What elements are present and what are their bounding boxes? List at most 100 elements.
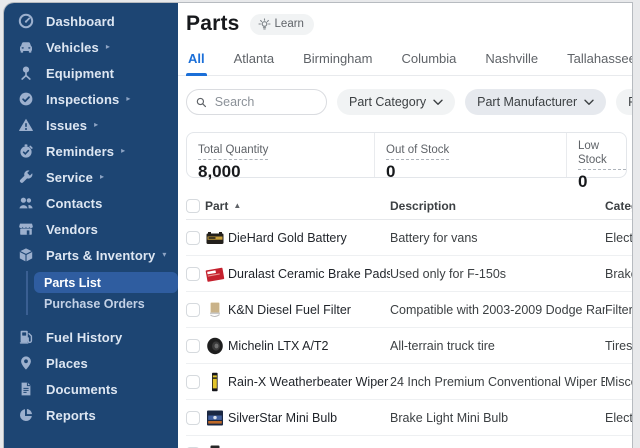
sidebar-item-equipment[interactable]: Equipment [4, 60, 178, 86]
stat-out-of-stock: Out of Stock 0 [374, 133, 566, 181]
tab-all[interactable]: All [186, 47, 207, 76]
table-header-row: Part ▲ DescriptionCategory [186, 193, 632, 220]
part-description-cell: Brake Light Mini Bulb [390, 410, 509, 425]
part-thumbnail [205, 228, 225, 248]
row-checkbox[interactable] [186, 338, 200, 353]
sidebar-item-fuel-history[interactable]: Fuel History [4, 324, 178, 350]
sidebar-item-reminders[interactable]: Reminders ▸ [4, 138, 178, 164]
reminders-icon [18, 143, 34, 159]
app-window: Dashboard Vehicles ▸ Equipment Inspections ▸ I… [4, 3, 632, 448]
search-icon [196, 97, 207, 107]
chevron-right-icon: ▸ [126, 94, 131, 103]
part-thumbnail [205, 300, 225, 320]
part-category-cell: Electrical [605, 410, 632, 425]
table-row[interactable]: K&N Diesel Fuel Filter Compatible with 20… [186, 292, 632, 328]
sidebar-item-parts-inventory[interactable]: Parts & Inventory ▾ [4, 242, 178, 268]
table-row[interactable]: Michelin LTX A/T2 All-terrain truck tire T… [186, 328, 632, 364]
sidebar-item-label: Parts & Inventory [46, 247, 156, 263]
part-name-cell: K&N Diesel Fuel Filter [228, 302, 351, 317]
table-row[interactable]: DieHard Gold Battery Battery for vans Elec… [186, 220, 632, 256]
vehicles-icon [18, 39, 34, 55]
sidebar-item-reports[interactable]: Reports [4, 402, 178, 428]
table-row[interactable]: SilverStar Mini Bulb Brake Light Mini Bul… [186, 400, 632, 436]
row-checkbox[interactable] [186, 374, 200, 389]
stat-low-stock: Low Stock 0 [566, 133, 626, 191]
tab-birmingham[interactable]: Birmingham [301, 47, 374, 75]
stat-value: 0 [386, 161, 396, 181]
filter-label: Part Category [349, 95, 427, 109]
tab-tallahassee[interactable]: Tallahassee [565, 47, 632, 75]
search-input[interactable] [212, 94, 318, 110]
sidebar-item-documents[interactable]: Documents [4, 376, 178, 402]
tab-columbia[interactable]: Columbia [399, 47, 458, 75]
lightbulb-icon [257, 17, 271, 29]
filter-label: Part Manufacturer [477, 95, 578, 109]
search-box[interactable] [186, 89, 327, 115]
stat-label: Low Stock [578, 140, 626, 170]
sidebar-item-vehicles[interactable]: Vehicles ▸ [4, 34, 178, 60]
table-row[interactable]: Rain-X Weatherbeater Wiper Blade24 Inch … [186, 364, 632, 400]
tab-nashville[interactable]: Nashville [483, 47, 540, 75]
column-header-category[interactable]: Category [605, 199, 632, 213]
part-thumbnail [205, 264, 225, 284]
column-header-part[interactable]: Part ▲ [205, 199, 390, 213]
select-all-checkbox[interactable] [186, 199, 200, 213]
chevron-right-icon: ▸ [105, 42, 110, 51]
sidebar-item-issues[interactable]: Issues ▸ [4, 112, 178, 138]
sidebar-item-label: Reports [46, 407, 96, 423]
stat-label: Out of Stock [386, 144, 450, 160]
row-checkbox[interactable] [186, 230, 200, 245]
sort-asc-icon: ▲ [233, 201, 242, 210]
dashboard-icon [18, 13, 34, 29]
sidebar-item-inspections[interactable]: Inspections ▸ [4, 86, 178, 112]
service-icon [18, 169, 34, 185]
main-content: Parts Learn All Atlanta Birmingham Columbia… [178, 3, 632, 448]
chevron-down-icon [584, 95, 594, 109]
location-tabs: All Atlanta Birmingham Columbia Nashville Tal… [178, 47, 632, 76]
filter-label: Part Inventory Status [628, 95, 632, 109]
column-header-description[interactable]: Description [390, 199, 605, 213]
part-thumbnail [205, 336, 225, 356]
fuel-history-icon [18, 329, 34, 345]
part-category-cell: Filters [605, 302, 632, 317]
part-category-cell: Brakes [605, 266, 632, 281]
sidebar-item-dashboard[interactable]: Dashboard [4, 8, 178, 34]
filter-part-category[interactable]: Part Category [337, 89, 456, 115]
part-category-cell: Electrical [605, 230, 632, 245]
filter-part-manufacturer[interactable]: Part Manufacturer [465, 89, 607, 115]
table-row[interactable]: Duralast Ceramic Brake Pads Used only for… [186, 256, 632, 292]
sidebar-item-places[interactable]: Places [4, 350, 178, 376]
learn-button[interactable]: Learn [249, 13, 314, 35]
reports-icon [18, 407, 34, 423]
sidebar: Dashboard Vehicles ▸ Equipment Inspections ▸ I… [4, 3, 178, 448]
vendors-icon [18, 221, 34, 237]
sidebar-item-purchase-orders[interactable]: Purchase Orders [34, 293, 178, 314]
filter-part-inventory-status[interactable]: Part Inventory Status [616, 89, 632, 115]
sidebar-item-service[interactable]: Service ▸ [4, 164, 178, 190]
table-row[interactable]: STP Oil FilterExtended Life Oil FilterFi… [186, 436, 632, 448]
part-name-cell: Rain-X Weatherbeater Wiper Blade [228, 374, 390, 389]
row-checkbox[interactable] [186, 302, 200, 317]
stat-total-quantity: Total Quantity 8,000 [187, 133, 374, 181]
parts-table: Part ▲ DescriptionCategory DieHard Gold Bat… [186, 193, 632, 448]
chevron-right-icon: ▸ [121, 146, 126, 155]
chevron-down-icon [433, 95, 443, 109]
sidebar-item-label: Equipment [46, 65, 115, 81]
page-header: Parts Learn [186, 3, 632, 36]
issues-icon [18, 117, 34, 133]
column-header-label: Part [205, 199, 229, 213]
sidebar-item-label: Places [46, 355, 88, 371]
tab-atlanta[interactable]: Atlanta [232, 47, 276, 75]
stat-value: 0 [578, 171, 588, 191]
part-description-cell: All-terrain truck tire [390, 338, 495, 353]
documents-icon [18, 381, 34, 397]
row-checkbox[interactable] [186, 410, 200, 425]
row-checkbox[interactable] [186, 266, 200, 281]
stats-card: Total Quantity 8,000 Out of Stock 0 Low Stoc… [186, 132, 627, 191]
sidebar-item-contacts[interactable]: Contacts [4, 190, 178, 216]
places-icon [18, 355, 34, 371]
sidebar-item-vendors[interactable]: Vendors [4, 216, 178, 242]
part-description-cell: Used only for F-150s [390, 266, 507, 281]
sidebar-item-parts-list[interactable]: Parts List [34, 272, 178, 293]
learn-label: Learn [274, 18, 304, 30]
